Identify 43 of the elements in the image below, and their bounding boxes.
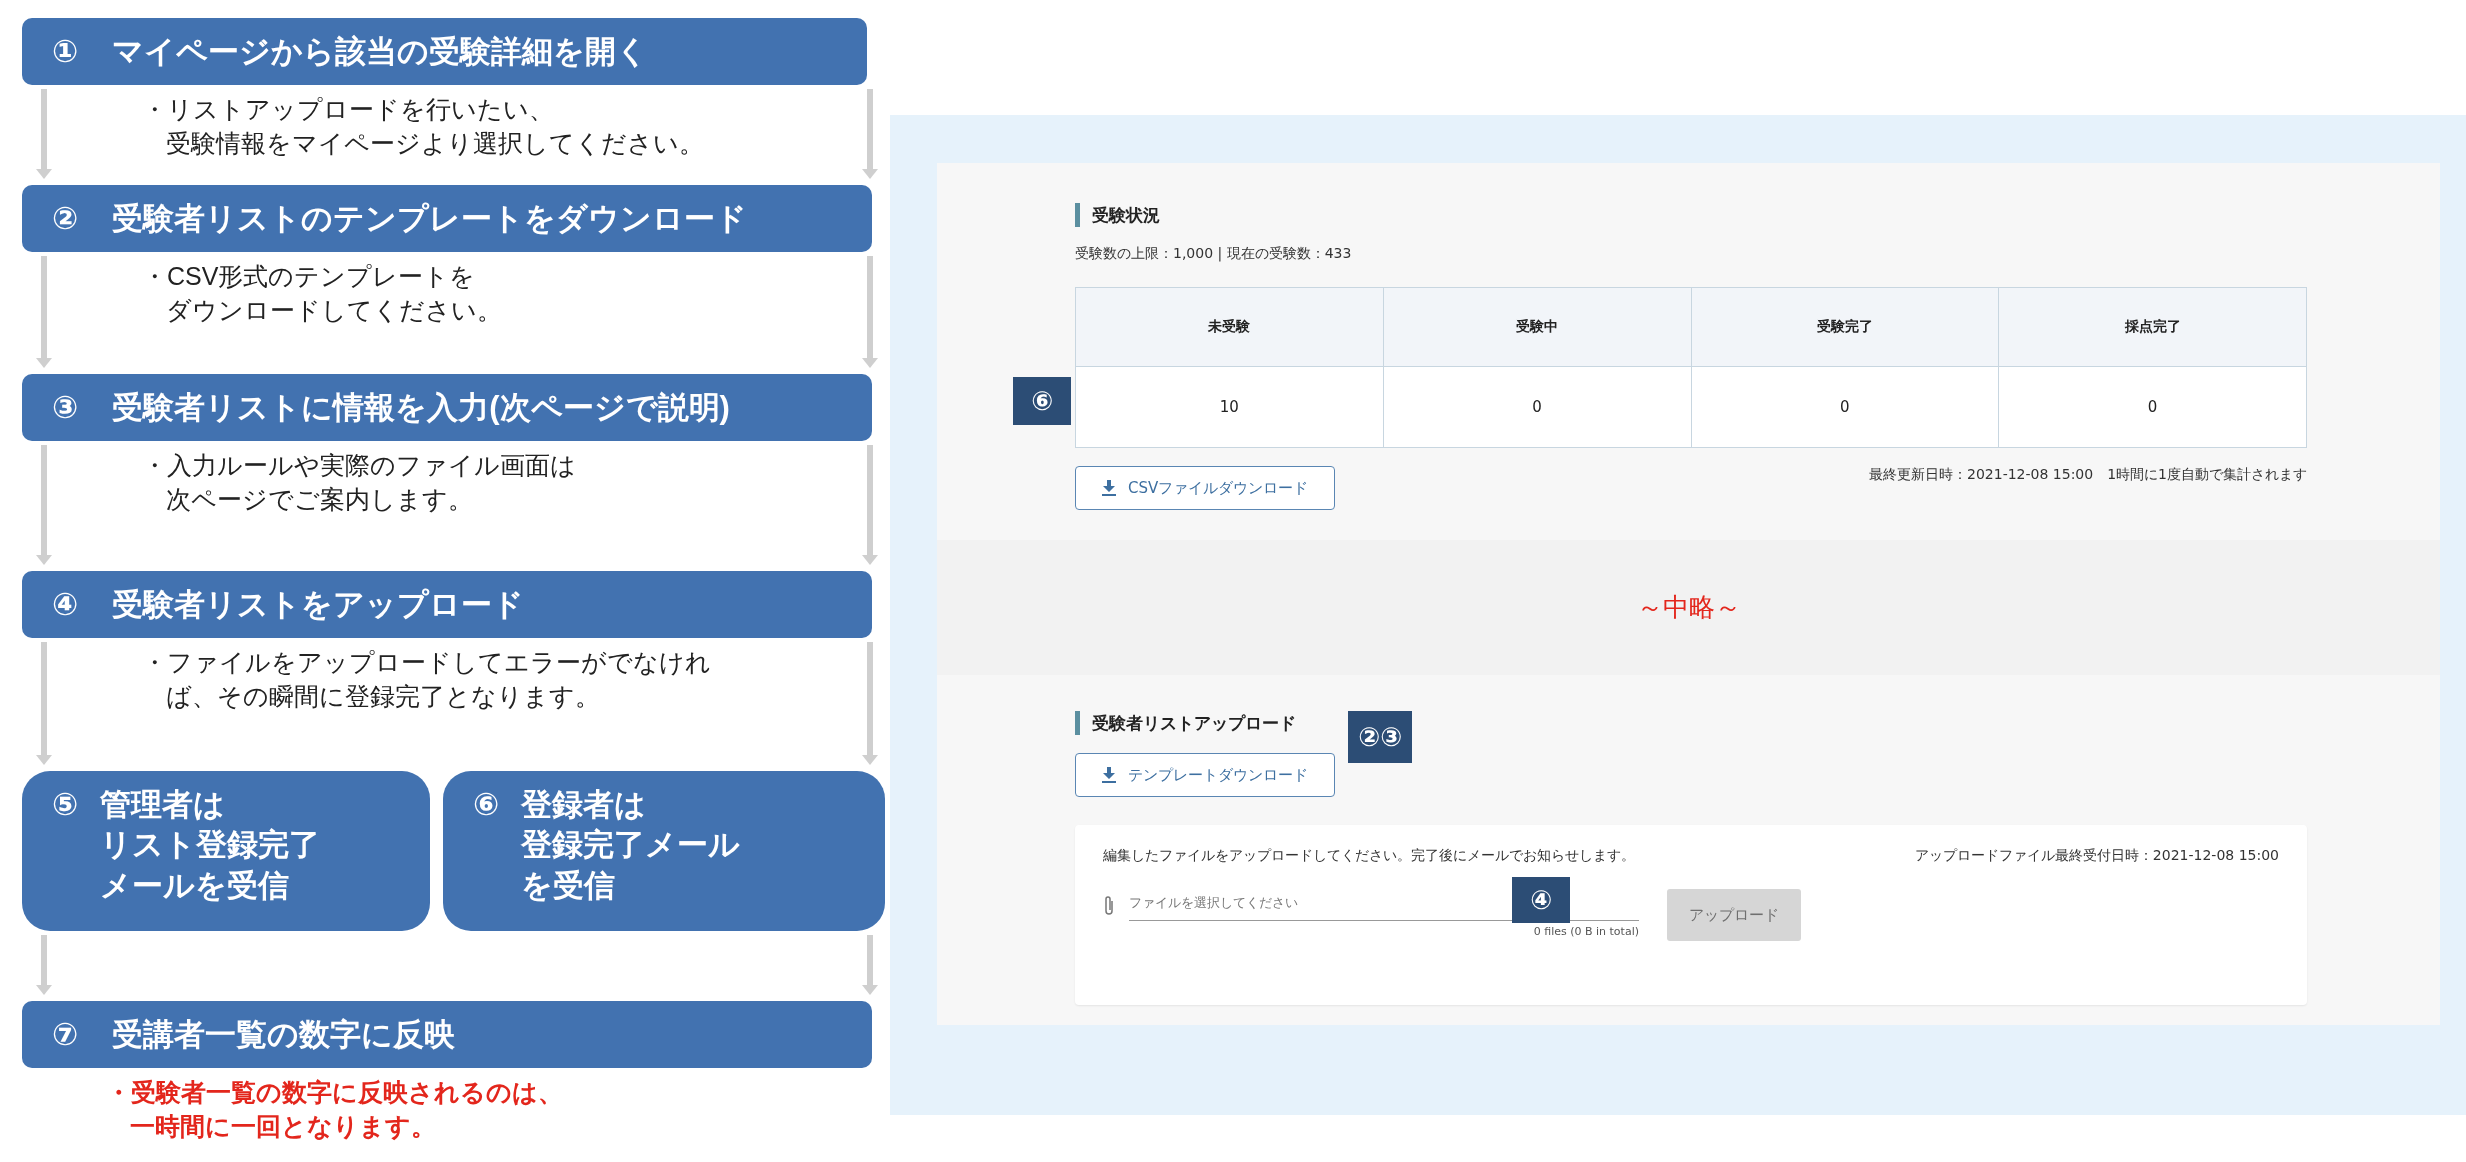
download-icon [1102,480,1116,496]
step-number: ② [52,200,79,237]
step-note: ・CSV形式のテンプレートを ダウンロードしてください。 [142,261,503,326]
table-cell: 0 [1691,366,1999,448]
csv-download-button[interactable]: CSVファイルダウンロード [1075,466,1336,510]
step-title: 管理者は リスト登録完了 メールを受信 [100,786,321,905]
step-title: 登録者は 登録完了メール を受信 [521,786,741,905]
step-number: ③ [52,389,79,426]
omitted-label: ～中略～ [1636,591,1741,624]
upload-deadline: アップロードファイル最終受付日時：2021-12-08 15:00 [1914,847,2279,865]
table-header: 受験完了 [1691,287,1999,367]
table-header: 未受験 [1075,287,1384,367]
template-download-button[interactable]: テンプレートダウンロード [1075,753,1335,797]
step-title: 受験者リストのテンプレートをダウンロード [112,199,748,238]
section-title: 受験状況 [1075,203,1160,227]
table-cell: 10 [1075,366,1384,448]
section-title: 受験者リストアップロード [1075,711,1296,735]
step-title: 受験者リストをアップロード [112,585,525,624]
step-number: ⑥ [473,786,500,824]
callout-badge: ④ [1512,877,1570,923]
paperclip-icon [1103,895,1115,917]
step-note: ・リストアップロードを行いたい、 受験情報をマイページより選択してください。 [142,94,705,159]
file-count-text: 0 files (0 B in total) [1533,925,1639,938]
table-header: 採点完了 [1998,287,2307,367]
step-number: ④ [52,586,79,623]
step-title: 受験者リストに情報を入力(次ページで説明) [112,388,730,427]
step-note: ・入力ルールや実際のファイル画面は 次ページでご案内します。 [142,450,577,515]
callout-badge: ⑥ [1013,377,1071,425]
table-header: 受験中 [1383,287,1691,367]
download-icon [1102,767,1116,783]
step-note: ・ファイルをアップロードしてエラーがでなけれ ば、その瞬間に登録完了となります。 [142,647,712,712]
last-updated-text: 最終更新日時：2021-12-08 15:00 1時間に1度自動で集計されます [1869,466,2307,484]
step-note: ・受験者一覧の数字に反映されるのは、 一時間に一回となります。 [106,1077,564,1142]
step-number: ① [52,33,79,70]
step-number: ⑦ [52,1016,79,1053]
table-cell: 0 [1383,366,1691,448]
step-title: 受講者一覧の数字に反映 [112,1015,456,1054]
callout-badge: ②③ [1348,711,1413,763]
step-title: マイページから該当の受験詳細を開く [112,32,649,71]
upload-instruction: 編集したファイルをアップロードしてください。完了後にメールでお知らせします。 [1103,847,1635,865]
step-number: ⑤ [52,786,79,824]
exam-count-summary: 受験数の上限：1,000 | 現在の受験数：433 [1075,245,1353,263]
table-cell: 0 [1998,366,2307,448]
